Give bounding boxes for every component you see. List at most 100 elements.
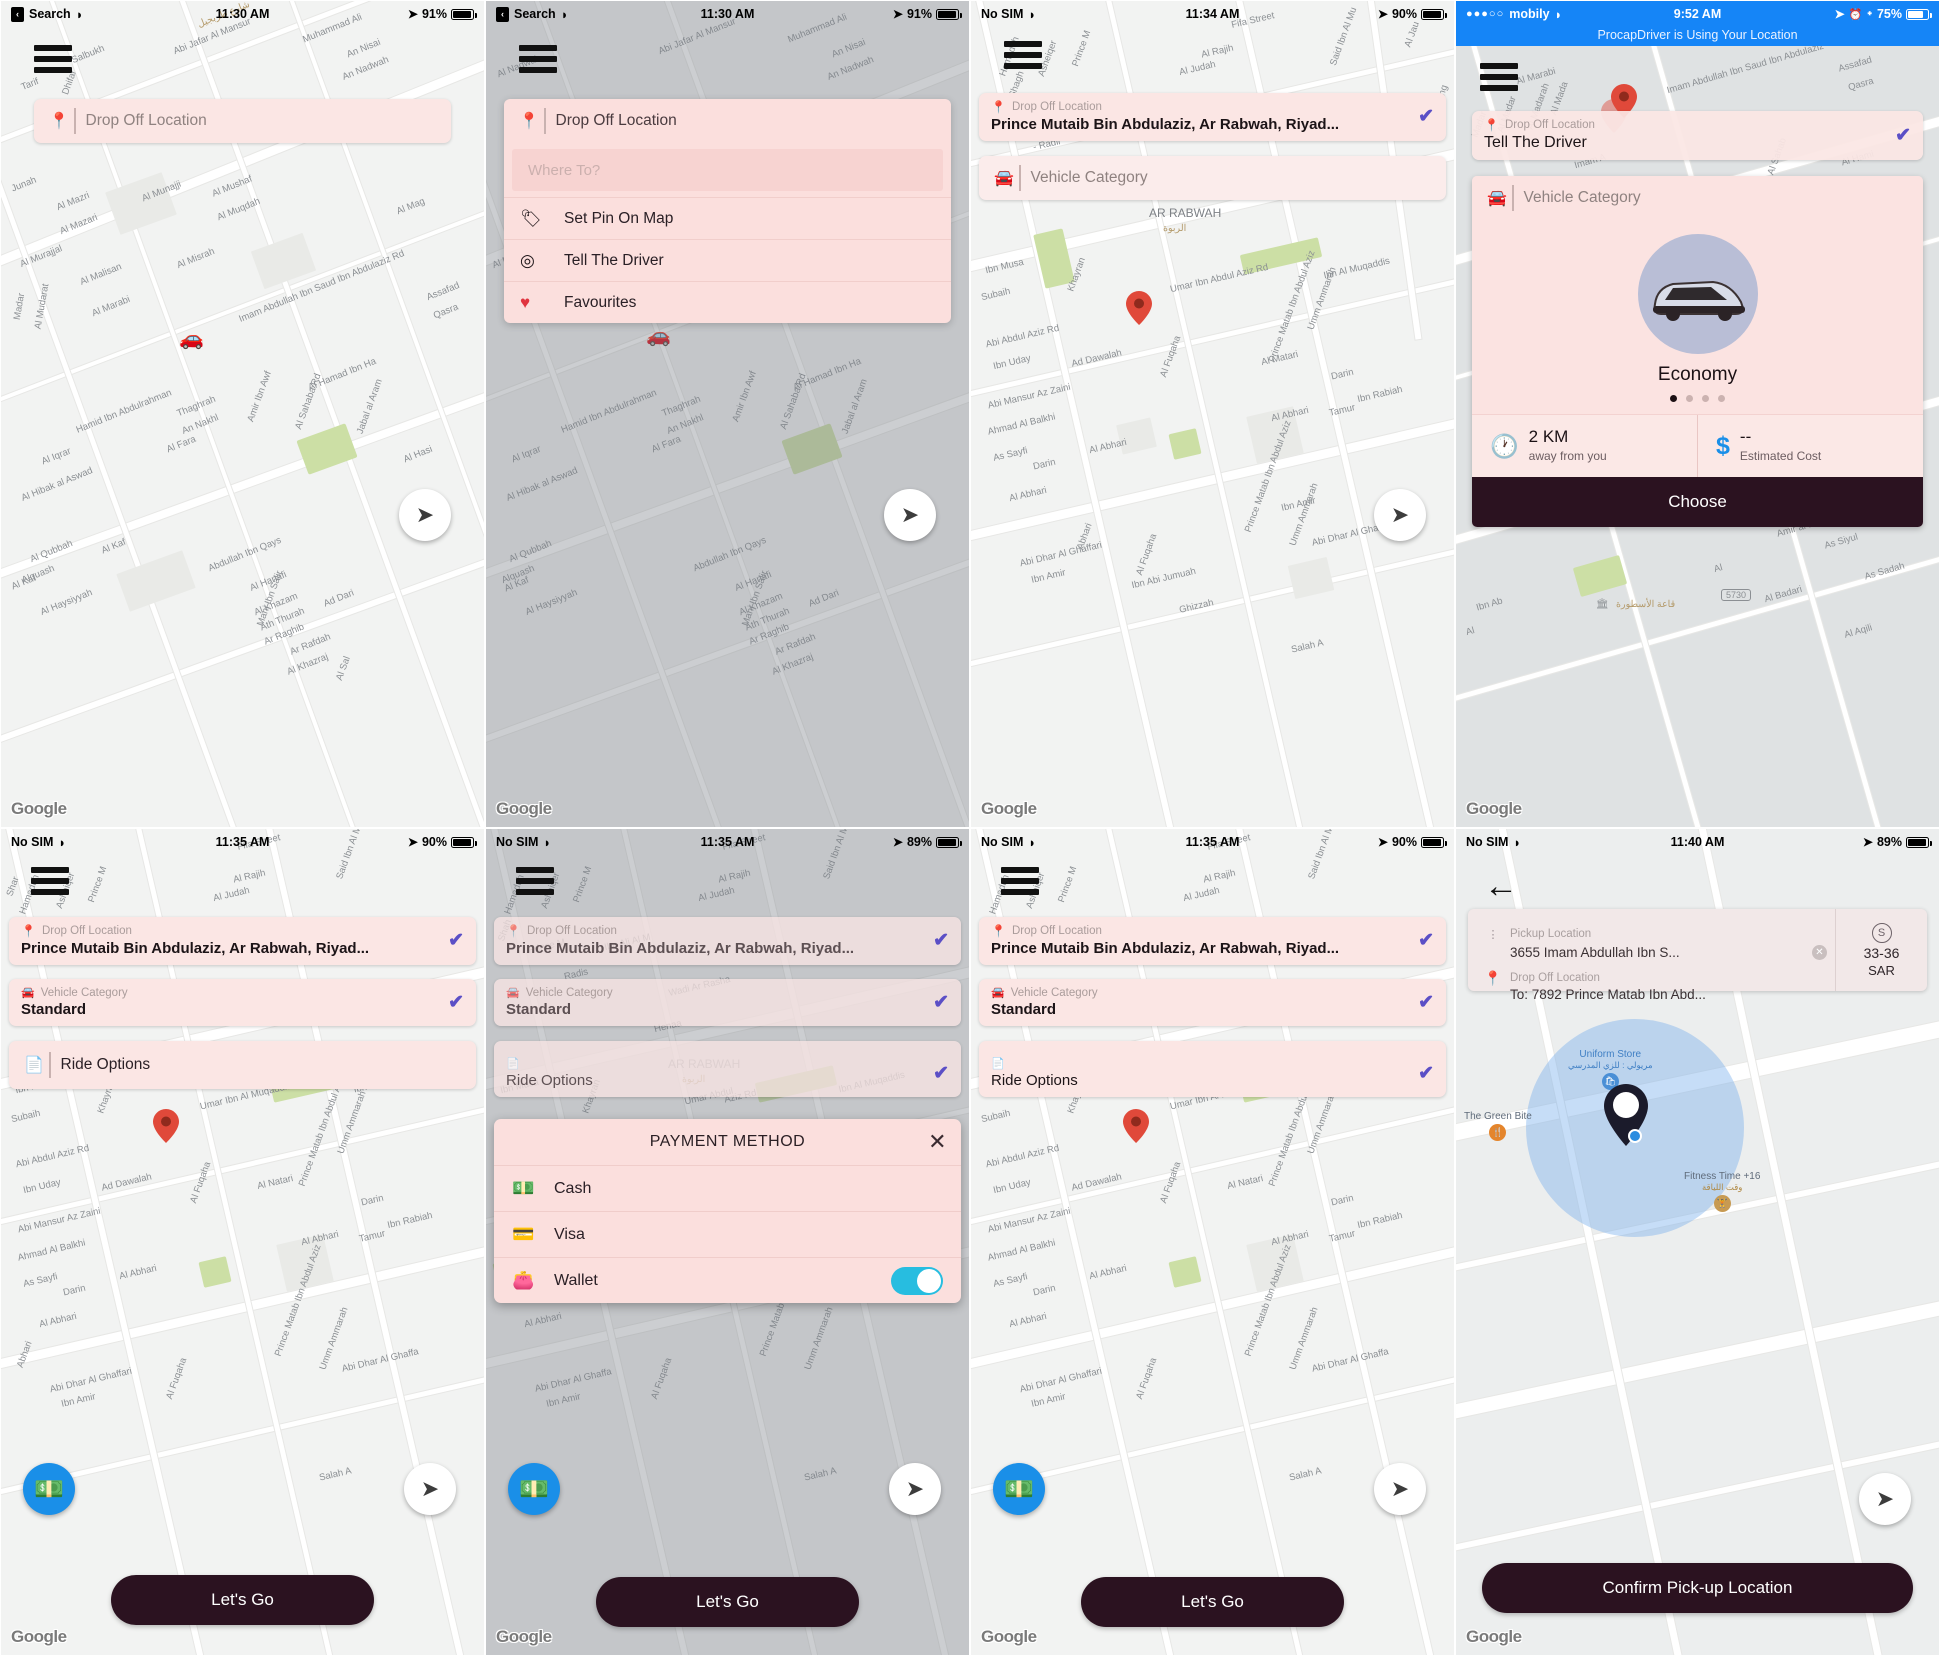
vehicle-category-field-6[interactable]: 🚘 Vehicle Category Standard ✔ — [494, 979, 961, 1026]
payment-option-label: Wallet — [554, 1271, 598, 1289]
dropoff-field-4[interactable]: 📍 Drop Off Location Tell The Driver ✔ — [1472, 111, 1923, 160]
lets-go-button-7[interactable]: Let's Go — [1081, 1577, 1344, 1627]
dropoff-field-6[interactable]: 📍 Drop Off Location Prince Mutaib Bin Ab… — [494, 917, 961, 965]
document-icon: 📄 — [506, 1058, 520, 1070]
location-arrow-icon: ➤ — [407, 835, 418, 849]
my-location-button-1[interactable]: ➤ — [399, 489, 451, 541]
dropoff-label: Drop Off Location — [555, 112, 677, 129]
dropoff-field-3[interactable]: 📍 Drop Off Location Prince Mutaib Bin Ab… — [979, 93, 1446, 141]
menu-button-3[interactable] — [1004, 41, 1042, 74]
map-pin-icon: 📍 — [506, 924, 521, 938]
location-arrow-icon: ➤ — [1377, 835, 1388, 849]
menu-item-favourites[interactable]: ♥ Favourites — [504, 281, 951, 323]
vehicle-value: Standard — [21, 1001, 87, 1018]
vehicle-category-field-7[interactable]: 🚘 Vehicle Category Standard ✔ — [979, 979, 1446, 1026]
wifi-icon: ◗ — [58, 834, 67, 850]
my-location-button-8[interactable]: ➤ — [1859, 1473, 1911, 1525]
panel-7: Fifa Street Al Rajih Al Judah Said Ibn A… — [970, 828, 1455, 1656]
google-watermark-8: Google — [1466, 1627, 1522, 1646]
check-icon: ✔ — [1418, 1062, 1434, 1084]
where-to-input[interactable]: Where To? — [512, 149, 943, 191]
map-pin-icon: 📍 — [21, 924, 36, 938]
my-location-button-3[interactable]: ➤ — [1374, 489, 1426, 541]
vehicle-label: Vehicle Category — [40, 986, 128, 999]
payment-method-button-6[interactable]: 💵 — [508, 1463, 560, 1515]
vehicle-value: Standard — [506, 1001, 572, 1018]
vehicle-category-field-4[interactable]: 🚘 Vehicle Category — [1472, 176, 1923, 220]
menu-button-1[interactable] — [34, 45, 72, 78]
payment-option-cash[interactable]: 💵 Cash — [494, 1165, 961, 1211]
payment-method-button-7[interactable]: 💵 — [993, 1463, 1045, 1515]
dropoff-field-7[interactable]: 📍 Drop Off Location Prince Mutaib Bin Ab… — [979, 917, 1446, 965]
menu-button-5[interactable] — [31, 867, 69, 900]
check-icon: ✔ — [933, 930, 949, 951]
menu-button-7[interactable] — [1001, 867, 1039, 900]
my-location-button-6[interactable]: ➤ — [889, 1463, 941, 1515]
back-arrow-icon[interactable]: ← — [1484, 869, 1518, 903]
car-icon: 🚘 — [1487, 190, 1507, 207]
wifi-icon: ◗ — [75, 6, 84, 22]
payment-modal-header: PAYMENT METHOD ✕ — [494, 1119, 961, 1165]
poi-sub: وقت اللياقة — [1702, 1182, 1743, 1192]
battery-icon — [1421, 836, 1447, 848]
menu-item-label: Set Pin On Map — [564, 209, 674, 227]
poi-the-green-bite[interactable]: The Green Bite 🍴 — [1464, 1111, 1532, 1141]
close-icon[interactable]: ✕ — [928, 1129, 947, 1155]
lets-go-button-5[interactable]: Let's Go — [111, 1575, 374, 1625]
ride-options-field-6[interactable]: 📄 Ride Options ✔ — [494, 1041, 961, 1097]
choose-button[interactable]: Choose — [1472, 477, 1923, 527]
ride-options-field-7[interactable]: 📄 Ride Options ✔ — [979, 1041, 1446, 1097]
my-location-button-5[interactable]: ➤ — [404, 1463, 456, 1515]
menu-item-tell-the-driver[interactable]: ◎ Tell The Driver — [504, 239, 951, 281]
clock-icon: 🕐 — [1490, 432, 1519, 459]
dropoff-field-1[interactable]: 📍 Drop Off Location — [34, 99, 451, 143]
lets-go-button-6[interactable]: Let's Go — [596, 1577, 859, 1627]
fare-currency: SAR — [1868, 962, 1895, 978]
status-battery: 90% — [421, 835, 447, 849]
vehicle-carousel-dots[interactable] — [1472, 395, 1923, 402]
menu-item-set-pin-on-map[interactable]: 🏷 Set Pin On Map — [504, 197, 951, 239]
carrier-banner-4: ●●●○○ mobily ◗ 9:52 AM ➤ ⏰ ᛭ 75% ProcapD… — [1456, 1, 1939, 46]
dropoff-field-5[interactable]: 📍 Drop Off Location Prince Mutaib Bin Ab… — [9, 917, 476, 965]
dropoff-label: Drop Off Location — [41, 925, 132, 937]
confirm-pickup-button[interactable]: Confirm Pick-up Location — [1482, 1563, 1913, 1613]
status-bar-6: No SIM ◗ 11:35 AM ➤ 89% — [486, 829, 969, 855]
panel-6: Fifa Street Al Rajih Al Judah Said Ibn A… — [485, 828, 970, 1656]
ride-options-field-5[interactable]: 📄 Ride Options — [9, 1041, 476, 1089]
credit-card-icon: 💳 — [512, 1224, 535, 1244]
vehicle-category-field-5[interactable]: 🚘 Vehicle Category Standard ✔ — [9, 979, 476, 1026]
status-carrier: No SIM — [981, 7, 1024, 21]
payment-option-visa[interactable]: 💳 Visa — [494, 1211, 961, 1257]
back-icon[interactable]: ‹ — [496, 6, 509, 22]
menu-button-4[interactable] — [1480, 63, 1518, 96]
payment-method-button-5[interactable]: 💵 — [23, 1463, 75, 1515]
status-carrier: mobily — [1509, 7, 1550, 21]
clear-icon[interactable]: ✕ — [1812, 944, 1827, 960]
car-icon: 🚘 — [994, 170, 1014, 187]
my-location-button-2[interactable]: ➤ — [884, 489, 936, 541]
battery-icon — [1421, 8, 1447, 20]
payment-option-wallet[interactable]: 👛 Wallet — [494, 1257, 961, 1303]
poi-name: Fitness Time +16 — [1684, 1171, 1761, 1182]
wallet-toggle[interactable] — [891, 1266, 943, 1295]
car-icon: 🚘 — [506, 987, 520, 999]
my-location-button-7[interactable]: ➤ — [1374, 1463, 1426, 1515]
distance-stat: 🕐 2 KM away from you — [1472, 415, 1697, 477]
status-carrier: No SIM — [496, 835, 539, 849]
menu-button-2[interactable] — [519, 45, 557, 78]
poi-fitness-time[interactable]: Fitness Time +16 وقت اللياقة 🏋 — [1684, 1171, 1760, 1212]
pickup-pin — [1604, 1084, 1648, 1151]
menu-button-6[interactable] — [516, 867, 554, 900]
vehicle-category-field-3[interactable]: 🚘 Vehicle Category — [979, 156, 1446, 200]
dropoff-value: Prince Mutaib Bin Abdulaziz, Ar Rabwah, … — [991, 116, 1340, 133]
panel-4: Al Marabi Al Madar Al Madarah Al Mada Ma… — [1455, 0, 1940, 828]
status-battery: 90% — [1391, 7, 1417, 21]
payment-modal-title: PAYMENT METHOD — [649, 1133, 806, 1150]
back-icon[interactable]: ‹ — [11, 6, 24, 22]
panel-5: Fifa Street Al Rajih Al Judah Said Ibn A… — [0, 828, 485, 1656]
cash-icon: 💵 — [519, 1475, 549, 1503]
dropoff-field-2[interactable]: 📍 Drop Off Location — [504, 99, 951, 143]
dropoff-label: Drop Off Location — [1510, 972, 1600, 984]
panel-1: Salbukh Abi Jafar Al Mansur Muhammad Ali… — [0, 0, 485, 828]
battery-icon — [936, 836, 962, 848]
